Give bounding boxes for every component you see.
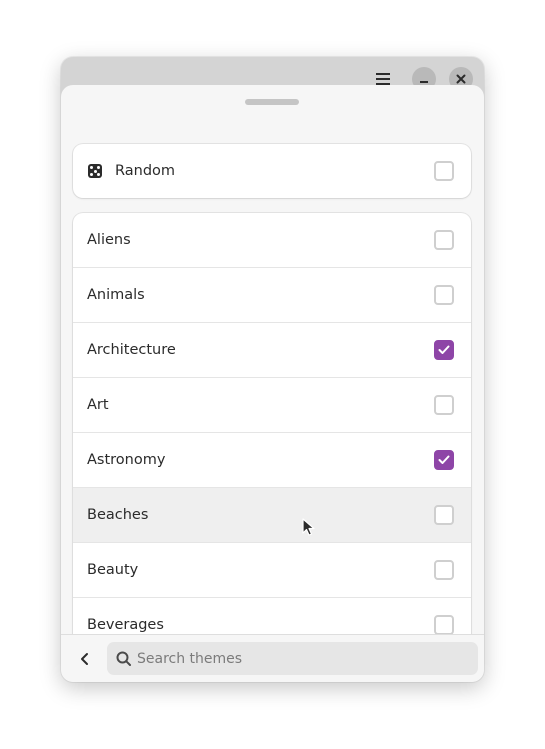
random-card: Random: [73, 144, 471, 198]
theme-checkbox[interactable]: [434, 340, 454, 360]
random-checkbox[interactable]: [434, 161, 454, 181]
checkmark-icon: [438, 345, 450, 354]
theme-checkbox[interactable]: [434, 615, 454, 635]
theme-row[interactable]: Aliens: [73, 213, 471, 268]
theme-checkbox[interactable]: [434, 395, 454, 415]
theme-label: Aliens: [87, 232, 131, 248]
theme-label: Beauty: [87, 562, 139, 578]
footer-bar: [61, 634, 484, 682]
close-icon: [456, 74, 466, 84]
random-row[interactable]: Random: [73, 144, 471, 198]
theme-checkbox[interactable]: [434, 285, 454, 305]
theme-checkbox[interactable]: [434, 230, 454, 250]
theme-checkbox[interactable]: [434, 450, 454, 470]
random-label: Random: [115, 163, 176, 179]
minimize-icon: [420, 81, 428, 83]
hamburger-menu-icon: [376, 73, 390, 85]
checkmark-icon: [438, 455, 450, 464]
theme-label: Architecture: [87, 342, 176, 358]
theme-checkbox[interactable]: [434, 560, 454, 580]
search-input[interactable]: [137, 642, 467, 675]
theme-label: Animals: [87, 287, 145, 303]
theme-row[interactable]: Beaches: [73, 488, 471, 543]
theme-label: Beverages: [87, 617, 164, 633]
chevron-left-icon: [81, 653, 88, 665]
theme-row[interactable]: Beauty: [73, 543, 471, 598]
mouse-pointer-icon: [302, 518, 315, 536]
theme-checkbox[interactable]: [434, 505, 454, 525]
dice-icon: [88, 164, 102, 178]
theme-label: Astronomy: [87, 452, 166, 468]
theme-picker-sheet: Random Aliens Animals Architecture Art Astro…: [61, 85, 484, 682]
back-button[interactable]: [73, 647, 97, 671]
drag-handle[interactable]: [245, 99, 299, 105]
theme-label: Art: [87, 397, 109, 413]
search-box: [107, 642, 478, 675]
theme-row[interactable]: Astronomy: [73, 433, 471, 488]
app-window: Random Aliens Animals Architecture Art Astro…: [61, 57, 484, 682]
search-icon: [116, 651, 131, 666]
theme-row[interactable]: Animals: [73, 268, 471, 323]
theme-row[interactable]: Architecture: [73, 323, 471, 378]
theme-label: Beaches: [87, 507, 149, 523]
theme-row[interactable]: Art: [73, 378, 471, 433]
themes-list: Aliens Animals Architecture Art Astronomy Bea…: [73, 213, 471, 653]
